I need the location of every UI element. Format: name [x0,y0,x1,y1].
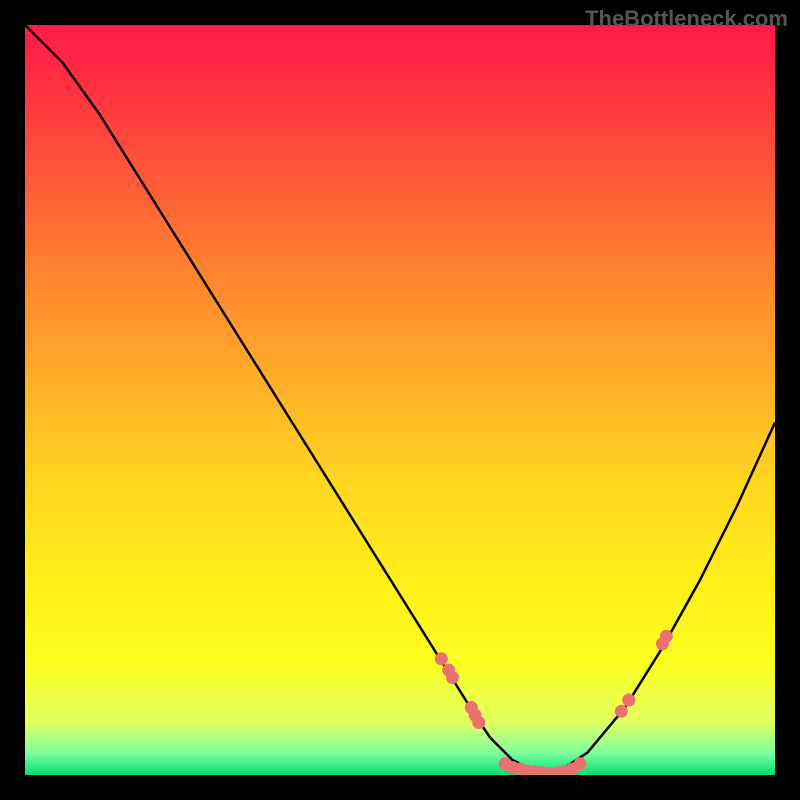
curve-marker [472,716,485,729]
curve-marker [446,671,459,684]
curve-markers [435,630,673,775]
curve-marker [435,652,448,665]
curve-marker [574,757,587,770]
plot-area [25,25,775,775]
curve-marker [622,694,635,707]
curve-marker [615,705,628,718]
bottleneck-curve [25,25,775,775]
watermark-text: TheBottleneck.com [585,6,788,32]
curve-marker [660,630,673,643]
chart-svg [25,25,775,775]
